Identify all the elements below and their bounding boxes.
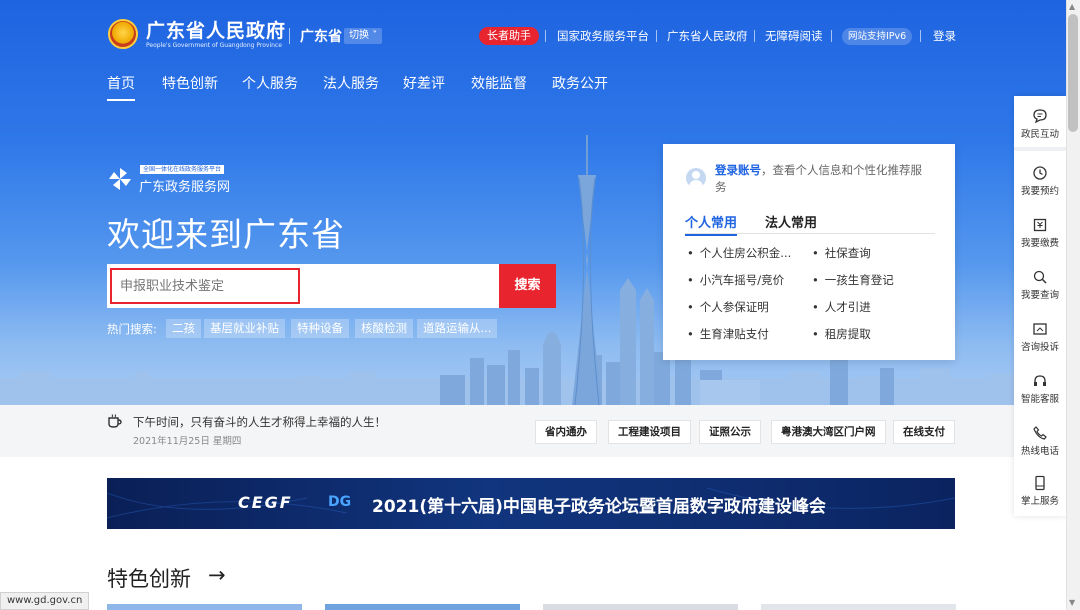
nav-home[interactable]: 首页 <box>107 73 135 101</box>
link-divider <box>831 30 832 42</box>
sidebar-label: 政民互动 <box>1020 129 1059 140</box>
sidebar-label: 我要查询 <box>1020 290 1059 301</box>
sidebar-item-smart-service[interactable]: 智能客服 <box>1014 373 1066 405</box>
section-title[interactable]: 特色创新 <box>107 563 191 593</box>
nav-personal-services[interactable]: 个人服务 <box>242 73 298 93</box>
chat-bubble-icon <box>1033 109 1047 124</box>
feature-card[interactable] <box>325 604 520 610</box>
avatar-icon <box>686 168 706 188</box>
sidebar-item-interaction[interactable]: 政民互动 <box>1014 108 1066 140</box>
headset-icon <box>1034 375 1046 386</box>
sidebar-item-query[interactable]: 我要查询 <box>1014 269 1066 301</box>
quick-link-engineering[interactable]: 工程建设项目 <box>608 420 691 444</box>
link-divider <box>920 30 921 42</box>
hot-tag-special-equipment[interactable]: 特种设备 <box>291 319 349 338</box>
login-link[interactable]: 登录 <box>933 28 956 44</box>
search-button[interactable]: 搜索 <box>499 264 556 308</box>
feature-card[interactable] <box>543 604 738 610</box>
scroll-up-icon[interactable]: ▲ <box>1069 2 1075 11</box>
clock-icon <box>1033 166 1047 180</box>
national-platform-link[interactable]: 国家政务服务平台 <box>557 28 649 44</box>
complaint-icon <box>1033 323 1047 335</box>
quick-link-greater-bay[interactable]: 粤港澳大湾区门户网 <box>771 420 886 444</box>
service-link[interactable]: 小汽车摇号/竞价 <box>687 272 784 288</box>
sidebar-label: 我要预约 <box>1020 186 1059 197</box>
quick-link-online-payment[interactable]: 在线支付 <box>893 420 955 444</box>
service-link[interactable]: 个人住房公积金... <box>687 245 791 261</box>
tab-legal-common[interactable]: 法人常用 <box>765 212 817 231</box>
sidebar-label: 智能客服 <box>1020 394 1059 405</box>
hot-tag-employment-subsidy[interactable]: 基层就业补贴 <box>204 319 285 338</box>
link-divider <box>545 30 546 42</box>
nav-supervision[interactable]: 效能监督 <box>471 73 527 93</box>
sidebar-label: 掌上服务 <box>1020 496 1059 507</box>
link-divider <box>656 30 657 42</box>
accessibility-link[interactable]: 无障碍阅读 <box>765 28 823 44</box>
login-account-link[interactable]: 登录账号 <box>715 163 761 177</box>
status-bar-url: www.gd.gov.cn <box>0 592 90 610</box>
sidebar-label: 咨询投诉 <box>1020 342 1059 353</box>
hot-tag-nucleic-test[interactable]: 核酸检测 <box>355 319 413 338</box>
chevron-down-icon: ˅ <box>372 30 378 41</box>
scroll-down-icon[interactable]: ▼ <box>1069 598 1075 607</box>
service-network-name[interactable]: 广东政务服务网 <box>139 176 230 195</box>
service-link[interactable]: 租房提取 <box>812 326 871 342</box>
service-link[interactable]: 社保查询 <box>812 245 871 261</box>
service-link[interactable]: 个人参保证明 <box>687 299 769 315</box>
sidebar-separator <box>1014 147 1066 151</box>
quick-link-province-service[interactable]: 省内通办 <box>535 420 597 444</box>
hot-tag-road-transport[interactable]: 道路运输从... <box>417 319 498 338</box>
current-date: 2021年11月25日 星期四 <box>133 436 242 447</box>
switch-label: 切换 <box>349 30 369 41</box>
link-divider <box>754 30 755 42</box>
cegf-logo: CEGF <box>238 493 293 512</box>
coffee-cup-icon <box>108 414 122 428</box>
dg-logo: DG <box>328 494 352 510</box>
service-link[interactable]: 一孩生育登记 <box>812 272 894 288</box>
tab-personal-common[interactable]: 个人常用 <box>685 212 738 236</box>
site-subtitle: People's Government of Guangdong Provinc… <box>146 42 282 49</box>
search-input[interactable] <box>110 268 300 304</box>
region-switch-button[interactable]: 切换 ˅ <box>344 28 383 44</box>
region-name: 广东省 <box>300 29 342 45</box>
welcome-heading: 欢迎来到广东省 <box>107 215 345 254</box>
hot-search-label: 热门搜索: <box>107 322 157 336</box>
ipv6-badge: 网站支持IPv6 <box>842 28 913 45</box>
greeting-quote: 下午时间，只有奋斗的人生才称得上幸福的人生！ <box>133 415 386 429</box>
platform-tagline: 全国一体化在线政务服务平台 <box>140 165 225 174</box>
header-divider <box>289 28 290 44</box>
elder-assistant-button[interactable]: 长者助手 <box>479 27 539 45</box>
site-title[interactable]: 广东省人民政府 <box>146 16 286 43</box>
sidebar-label: 我要缴费 <box>1020 238 1059 249</box>
sidebar-item-complaint[interactable]: 咨询投诉 <box>1014 321 1066 353</box>
pinwheel-logo-icon <box>109 168 131 190</box>
province-gov-link[interactable]: 广东省人民政府 <box>667 28 748 44</box>
service-link[interactable]: 人才引进 <box>812 299 871 315</box>
search-icon <box>1033 270 1047 284</box>
nav-evaluation[interactable]: 好差评 <box>403 73 445 93</box>
banner-title: 2021(第十六届)中国电子政务论坛暨首届数字政府建设峰会 <box>372 497 826 517</box>
sidebar-item-payment[interactable]: 我要缴费 <box>1014 217 1066 249</box>
service-link[interactable]: 生育津贴支付 <box>687 326 769 342</box>
login-prompt: 登录账号，查看个人信息和个性化推荐服务 <box>715 162 927 196</box>
nav-innovation[interactable]: 特色创新 <box>162 73 218 93</box>
mobile-icon <box>1035 475 1045 491</box>
card-divider <box>685 233 935 234</box>
feature-card[interactable] <box>107 604 302 610</box>
arrow-right-icon[interactable]: → <box>208 563 226 587</box>
quick-link-license[interactable]: 证照公示 <box>699 420 761 444</box>
phone-icon <box>1033 426 1047 440</box>
hot-tag-second-child[interactable]: 二孩 <box>166 319 201 338</box>
sidebar-item-appointment[interactable]: 我要预约 <box>1014 165 1066 197</box>
feature-card[interactable] <box>761 604 956 610</box>
nav-gov-affairs[interactable]: 政务公开 <box>552 73 608 93</box>
sidebar-item-hotline[interactable]: 热线电话 <box>1014 425 1066 457</box>
nav-legal-person-services[interactable]: 法人服务 <box>323 73 379 93</box>
sidebar-label: 热线电话 <box>1020 446 1059 457</box>
scrollbar-thumb[interactable] <box>1068 14 1078 132</box>
emblem-logo[interactable] <box>108 19 138 49</box>
sidebar-item-mobile-service[interactable]: 掌上服务 <box>1014 475 1066 507</box>
payment-icon <box>1033 218 1047 232</box>
